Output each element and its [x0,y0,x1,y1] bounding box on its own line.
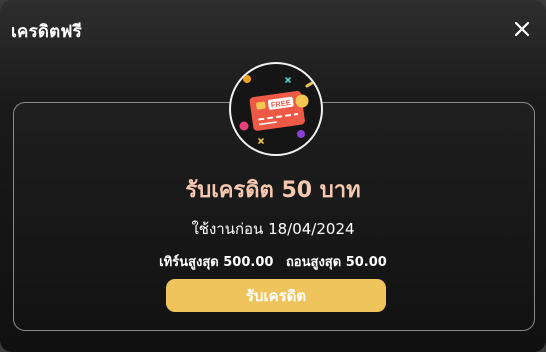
free-credit-card-icon: FREE [239,75,314,144]
dialog-title: เครดิตฟรี [11,22,82,42]
claim-credit-button[interactable]: รับเครดิต [166,279,386,312]
expiry-text: ใช้งานก่อน 18/04/2024 [191,220,355,238]
limits-row: เทิร์นสูงสุด 500.00 ถอนสูงสุด 50.00 [0,251,546,272]
free-credit-dialog: เครดิตฟรี FREE รับเครดิต 50 บาท ใช้งานก่… [0,0,546,352]
free-credit-badge: FREE [229,62,323,156]
close-icon[interactable] [512,19,532,39]
max-turnover-text: เทิร์นสูงสุด 500.00 [159,255,274,270]
reward-heading: รับเครดิต 50 บาท [185,178,361,203]
max-withdraw-text: ถอนสูงสุด 50.00 [285,255,387,270]
